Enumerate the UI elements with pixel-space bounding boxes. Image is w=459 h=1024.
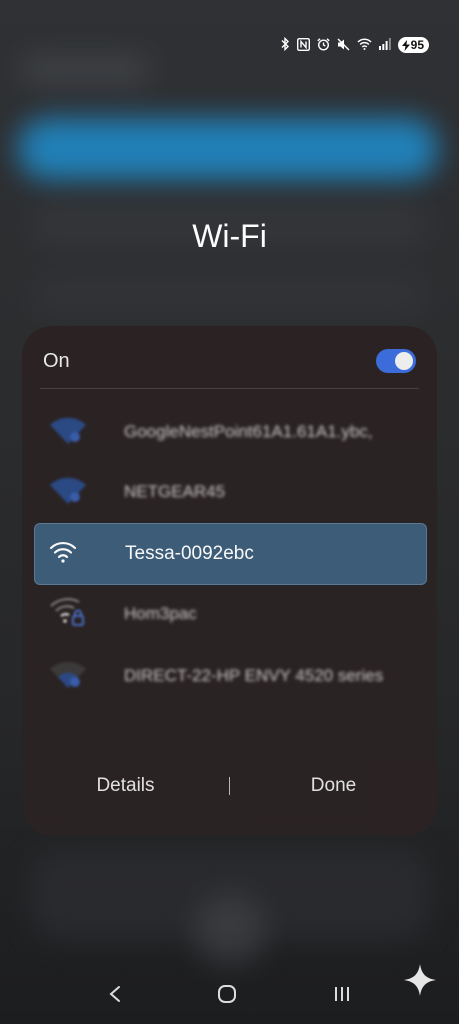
nfc-icon xyxy=(296,37,310,53)
home-icon[interactable] xyxy=(217,984,237,1009)
wifi-signal-icon xyxy=(48,475,88,510)
wifi-signal-icon xyxy=(48,415,88,450)
wifi-locked-icon xyxy=(48,596,88,633)
signal-icon xyxy=(378,38,391,52)
mute-icon xyxy=(337,38,350,53)
charging-bolt-icon xyxy=(401,39,410,51)
network-name: NETGEAR45 xyxy=(124,482,226,501)
alarm-icon xyxy=(316,37,330,53)
network-name: DIRECT-22-HP ENVY 4520 series xyxy=(124,666,384,685)
network-item-tessa[interactable]: Tessa-0092ebc xyxy=(34,523,427,585)
wifi-toggle-row[interactable]: On xyxy=(43,336,416,386)
wifi-full-icon xyxy=(49,541,89,568)
network-name: Tessa-0092ebc xyxy=(125,543,254,564)
network-item-hom3pac[interactable]: Hom3pac xyxy=(34,584,425,644)
network-item-googlenestpoint[interactable]: GoogleNestPoint61A1.61A1.ybc, xyxy=(34,402,425,462)
status-bar: 95 xyxy=(280,36,429,54)
battery-level: 95 xyxy=(410,38,424,52)
recents-icon[interactable] xyxy=(332,986,352,1007)
wifi-icon xyxy=(357,38,372,52)
wifi-toggle-switch[interactable] xyxy=(376,349,416,373)
back-icon[interactable] xyxy=(108,985,122,1008)
done-button[interactable]: Done xyxy=(230,775,437,797)
network-name: GoogleNestPoint61A1.61A1.ybc, xyxy=(124,422,373,441)
wifi-signal-icon xyxy=(48,659,88,694)
wifi-toggle-label: On xyxy=(43,349,70,372)
dialog-actions: Details Done xyxy=(22,766,437,806)
network-name: Hom3pac xyxy=(124,604,197,623)
bluetooth-icon xyxy=(280,36,290,53)
details-button[interactable]: Details xyxy=(22,775,229,797)
network-item-netgear45[interactable]: NETGEAR45 xyxy=(34,462,425,522)
network-item-direct-hp[interactable]: DIRECT-22-HP ENVY 4520 series xyxy=(34,646,425,706)
navigation-bar xyxy=(0,968,459,1024)
assistant-sparkle-icon[interactable] xyxy=(403,963,437,1002)
page-title: Wi-Fi xyxy=(192,218,267,254)
battery-indicator: 95 xyxy=(397,37,429,53)
divider xyxy=(40,388,419,389)
wifi-dialog: On GoogleNestPoint61A1.61A1.ybc, NETGEAR… xyxy=(22,326,437,836)
